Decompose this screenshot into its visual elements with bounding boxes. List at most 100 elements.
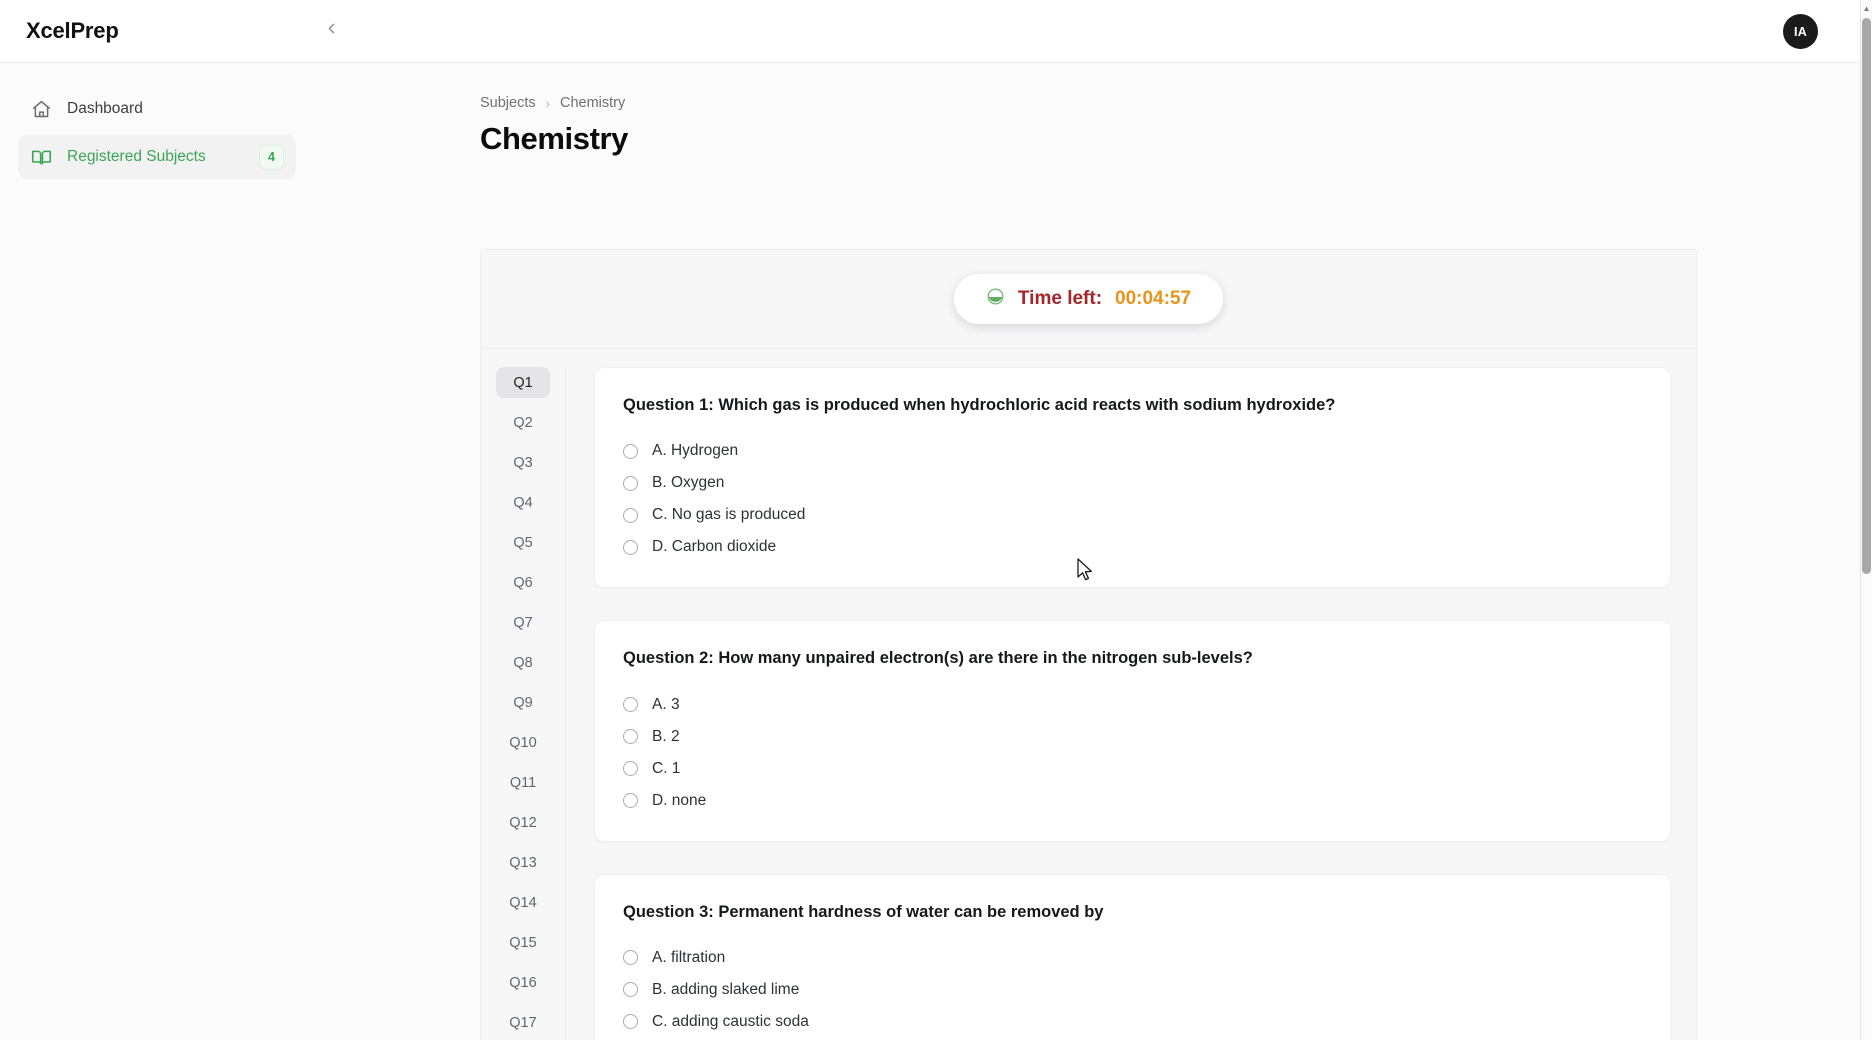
- question-nav-item-label: Q15: [509, 934, 537, 951]
- sidebar-item-badge: 4: [259, 144, 284, 170]
- question-nav-item-label: Q3: [513, 454, 533, 471]
- radio-button-icon[interactable]: [623, 729, 638, 745]
- question-nav-item[interactable]: Q11: [496, 767, 550, 798]
- radio-button-icon[interactable]: [623, 697, 638, 713]
- question-nav-item[interactable]: Q4: [496, 487, 550, 518]
- timer-bar: Time left: 00:04:57: [481, 250, 1696, 349]
- question-text: Question 1: Which gas is produced when h…: [623, 396, 1336, 414]
- radio-button-icon[interactable]: [623, 793, 638, 809]
- answer-option[interactable]: D. none: [623, 785, 1642, 817]
- answer-option[interactable]: B. adding slaked lime: [623, 974, 1642, 1006]
- question-nav-item[interactable]: Q8: [496, 647, 550, 678]
- question-nav-item[interactable]: Q7: [496, 607, 550, 638]
- answer-option-label: C. No gas is produced: [652, 506, 806, 524]
- question-nav-item[interactable]: Q9: [496, 687, 550, 718]
- scroll-up-arrow-icon[interactable]: ▲: [1862, 5, 1871, 13]
- clock-icon: [986, 287, 1005, 311]
- sidebar-item-label: Registered Subjects: [67, 148, 206, 165]
- radio-button-icon[interactable]: [623, 539, 638, 555]
- question-nav-item-label: Q9: [513, 694, 533, 711]
- breadcrumb-separator-icon: ›: [545, 95, 550, 111]
- answer-option[interactable]: C. No gas is produced: [623, 499, 1642, 531]
- answer-option-label: B. 2: [652, 727, 680, 745]
- answer-option-label: D. Carbon dioxide: [652, 538, 777, 556]
- app-root: XcelPrep IA Dashboard Registered Subject…: [0, 0, 1872, 1040]
- top-bar: XcelPrep IA: [0, 0, 1860, 63]
- question-card: Question 1: Which gas is produced when h…: [594, 367, 1671, 589]
- sidebar-item-label: Dashboard: [67, 100, 143, 117]
- question-nav-item-label: Q13: [509, 854, 537, 871]
- radio-button-icon[interactable]: [623, 1014, 638, 1030]
- sidebar-collapse-button[interactable]: [315, 14, 349, 48]
- timer-value: 00:04:57: [1115, 288, 1192, 309]
- answer-option-label: B. Oxygen: [652, 474, 725, 492]
- question-text: Question 2: How many unpaired electron(s…: [623, 649, 1253, 668]
- page-title: Chemistry: [480, 121, 629, 156]
- question-nav-item-label: Q4: [513, 494, 533, 511]
- answer-option-label: D. none: [652, 791, 707, 809]
- question-nav-item-label: Q7: [513, 614, 533, 631]
- answer-option[interactable]: B. 2: [623, 721, 1642, 753]
- timer-label: Time left:: [1017, 288, 1103, 309]
- question-nav-item-label: Q16: [509, 974, 537, 991]
- question-nav-item[interactable]: Q10: [496, 727, 550, 758]
- sidebar-item-registered-subjects[interactable]: Registered Subjects 4: [18, 135, 296, 179]
- question-nav-item[interactable]: Q16: [496, 967, 550, 998]
- question-nav-item[interactable]: Q13: [496, 847, 550, 878]
- answer-option-label: A. filtration: [652, 948, 726, 966]
- book-open-icon: [30, 146, 52, 168]
- question-nav-item[interactable]: Q15: [496, 927, 550, 958]
- breadcrumb-subjects[interactable]: Subjects: [480, 95, 536, 111]
- avatar[interactable]: IA: [1783, 14, 1818, 49]
- question-nav-item[interactable]: Q17: [496, 1007, 550, 1038]
- page-scrollbar[interactable]: ▲: [1860, 0, 1872, 1040]
- radio-button-icon[interactable]: [623, 443, 638, 459]
- page-scrollbar-thumb[interactable]: [1862, 18, 1871, 574]
- question-nav-item-label: Q1: [513, 374, 533, 391]
- question-nav-item[interactable]: Q1: [496, 367, 550, 398]
- radio-button-icon[interactable]: [623, 982, 638, 998]
- home-icon: [30, 98, 52, 120]
- question-nav-item-label: Q6: [513, 574, 533, 591]
- radio-button-icon[interactable]: [623, 507, 638, 523]
- app-brand: XcelPrep: [26, 18, 119, 43]
- question-nav-item-label: Q2: [513, 414, 533, 431]
- question-nav-item[interactable]: Q3: [496, 447, 550, 478]
- answer-option-label: B. adding slaked lime: [652, 980, 800, 998]
- question-nav-item-label: Q11: [509, 774, 537, 791]
- question-nav-item[interactable]: Q12: [496, 807, 550, 838]
- question-nav-item-label: Q5: [513, 534, 533, 551]
- radio-button-icon[interactable]: [623, 950, 638, 966]
- answer-option[interactable]: D. Carbon dioxide: [623, 531, 1642, 563]
- sidebar-item-dashboard[interactable]: Dashboard: [18, 87, 296, 131]
- breadcrumb: Subjects › Chemistry: [480, 95, 1860, 111]
- answer-option[interactable]: C. adding caustic soda: [623, 1006, 1642, 1038]
- question-nav-item[interactable]: Q6: [496, 567, 550, 598]
- sidebar: Dashboard Registered Subjects 4: [0, 63, 314, 1040]
- answer-option-label: C. 1: [652, 759, 681, 777]
- question-nav-item[interactable]: Q14: [496, 887, 550, 918]
- radio-button-icon[interactable]: [623, 761, 638, 777]
- exam-body: Q1 Q2 Q3 Q4 Q5 Q6 Q7 Q8 Q9 Q10 Q11 Q12 Q13 Q14 Q15 Q16 Q…: [481, 349, 1696, 1040]
- answer-option[interactable]: A. filtration: [623, 942, 1642, 974]
- question-card: Question 2: How many unpaired electron(s…: [594, 620, 1671, 842]
- question-card: Question 3: Permanent hardness of water …: [594, 873, 1671, 1040]
- question-nav-item-label: Q10: [509, 734, 537, 751]
- question-nav-item[interactable]: Q5: [496, 527, 550, 558]
- answer-option-label: C. adding caustic soda: [652, 1012, 809, 1030]
- question-nav-item-label: Q14: [509, 894, 537, 911]
- answer-option-label: A. 3: [652, 695, 680, 713]
- question-nav-item[interactable]: Q2: [496, 407, 550, 438]
- answer-option[interactable]: B. Oxygen: [623, 467, 1642, 499]
- answer-option[interactable]: A. Hydrogen: [623, 435, 1642, 467]
- answer-option[interactable]: A. 3: [623, 689, 1642, 721]
- question-nav-item-label: Q8: [513, 654, 533, 671]
- avatar-initials: IA: [1793, 24, 1808, 39]
- radio-button-icon[interactable]: [623, 475, 638, 491]
- exam-panel: Time left: 00:04:57 Q1 Q2 Q3 Q4 Q5 Q6 Q7 Q8 Q9 Q1…: [480, 249, 1697, 1040]
- answer-option[interactable]: C. 1: [623, 753, 1642, 785]
- question-nav-item-label: Q17: [509, 1014, 537, 1031]
- answer-option-label: A. Hydrogen: [652, 442, 739, 460]
- question-nav-rail[interactable]: Q1 Q2 Q3 Q4 Q5 Q6 Q7 Q8 Q9 Q10 Q11 Q12 Q13 Q14 Q15 Q16 Q…: [481, 367, 566, 1040]
- breadcrumb-chemistry[interactable]: Chemistry: [560, 95, 625, 111]
